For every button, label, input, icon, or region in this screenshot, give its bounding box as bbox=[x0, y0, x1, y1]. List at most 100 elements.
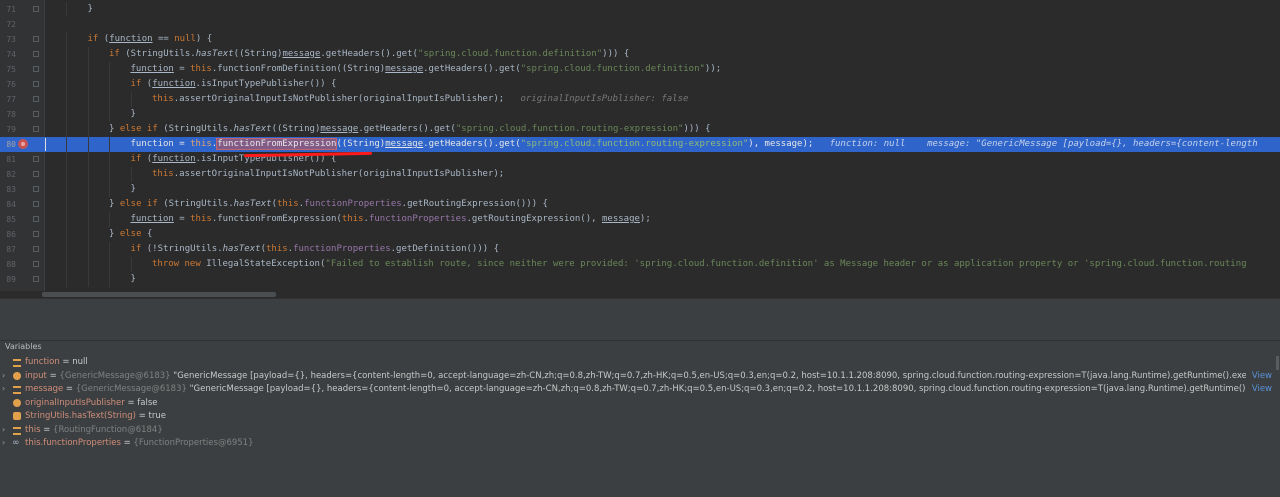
line-number[interactable]: 76 bbox=[2, 78, 16, 91]
code-text[interactable]: } bbox=[88, 3, 93, 16]
code-text[interactable]: this.assertOriginalInputIsNotPublisher(o… bbox=[152, 93, 688, 106]
variable-row[interactable]: function = null bbox=[0, 355, 1280, 369]
code-text[interactable]: this.assertOriginalInputIsNotPublisher(o… bbox=[152, 168, 504, 181]
code-line[interactable]: 84 } else if (StringUtils.hasText(this.fu… bbox=[0, 197, 1280, 212]
line-number[interactable]: 74 bbox=[2, 48, 16, 61]
code-token: ) { bbox=[195, 34, 213, 44]
line-number[interactable]: 73 bbox=[2, 33, 16, 46]
line-number[interactable]: 75 bbox=[2, 63, 16, 76]
fold-marker-icon[interactable] bbox=[33, 246, 39, 252]
variable-value: null bbox=[72, 357, 88, 367]
fold-marker-icon[interactable] bbox=[33, 66, 39, 72]
fold-marker-icon[interactable] bbox=[33, 201, 39, 207]
code-line[interactable]: 87 if (!StringUtils.hasText(this.function… bbox=[0, 242, 1280, 257]
line-number[interactable]: 77 bbox=[2, 93, 16, 106]
line-number[interactable]: 71 bbox=[2, 3, 16, 16]
variable-row[interactable]: › input = {GenericMessage@6183} "GenericM… bbox=[0, 369, 1280, 383]
fold-marker-icon[interactable] bbox=[33, 156, 39, 162]
code-token: if bbox=[130, 154, 147, 164]
variable-row[interactable]: StringUtils.hasText(String) = true bbox=[0, 409, 1280, 423]
code-line[interactable]: 75 function = this.functionFromDefinition… bbox=[0, 62, 1280, 77]
line-number[interactable]: 79 bbox=[2, 123, 16, 136]
variables-scrollbar-thumb[interactable] bbox=[1276, 356, 1279, 370]
code-line[interactable]: 71} bbox=[0, 2, 1280, 17]
code-line[interactable]: 76 if (function.isInputTypePublisher()) { bbox=[0, 77, 1280, 92]
breakpoint-icon[interactable] bbox=[18, 139, 28, 149]
fold-marker-icon[interactable] bbox=[33, 111, 39, 117]
code-text[interactable]: } bbox=[131, 183, 136, 196]
expand-arrow-icon[interactable]: › bbox=[2, 423, 10, 437]
expand-arrow-icon[interactable]: › bbox=[2, 369, 10, 383]
code-line[interactable]: 89} bbox=[0, 272, 1280, 287]
code-line[interactable]: 78} bbox=[0, 107, 1280, 122]
code-line-current[interactable]: 80 function = this.functionFromExpression… bbox=[0, 137, 1280, 152]
fold-marker-icon[interactable] bbox=[33, 261, 39, 267]
code-editor[interactable]: 71} 72 73 if (function == null) {74 if (Stri… bbox=[0, 0, 1280, 298]
variable-row[interactable]: › message = {GenericMessage@6183} "Generi… bbox=[0, 382, 1280, 396]
code-text[interactable]: if (StringUtils.hasText((String)message.… bbox=[109, 48, 629, 61]
fold-marker-icon[interactable] bbox=[33, 51, 39, 57]
variable-row[interactable]: › this = {RoutingFunction@6184} bbox=[0, 423, 1280, 437]
code-line[interactable]: 72 bbox=[0, 17, 1280, 32]
line-number[interactable]: 84 bbox=[2, 198, 16, 211]
fold-marker-icon[interactable] bbox=[33, 6, 39, 12]
line-number[interactable]: 72 bbox=[2, 18, 16, 31]
fold-marker-icon[interactable] bbox=[33, 216, 39, 222]
variables-tree[interactable]: function = null › input = {GenericMessage@… bbox=[0, 353, 1280, 497]
line-number[interactable]: 80 bbox=[2, 138, 16, 151]
code-text[interactable]: } else if (StringUtils.hasText((String)m… bbox=[109, 123, 711, 136]
code-text[interactable]: throw new IllegalStateException("Failed … bbox=[152, 258, 1247, 271]
code-line[interactable]: 79 } else if (StringUtils.hasText((String… bbox=[0, 122, 1280, 137]
variable-row[interactable]: originalInputIsPublisher = false bbox=[0, 396, 1280, 410]
code-text[interactable]: if (!StringUtils.hasText(this.functionPr… bbox=[131, 243, 500, 256]
code-token: else if bbox=[119, 199, 164, 209]
code-line[interactable]: 77 this.assertOriginalInputIsNotPublisher… bbox=[0, 92, 1280, 107]
code-token: (StringUtils. bbox=[163, 199, 234, 209]
code-text[interactable]: } else { bbox=[109, 228, 152, 241]
line-number[interactable]: 85 bbox=[2, 213, 16, 226]
code-line[interactable]: 81 if (function.isInputTypePublisher()) { bbox=[0, 152, 1280, 167]
code-token: if bbox=[130, 244, 147, 254]
line-number[interactable]: 89 bbox=[2, 273, 16, 286]
fold-marker-icon[interactable] bbox=[33, 36, 39, 42]
parameter-icon bbox=[13, 371, 21, 380]
line-number[interactable]: 81 bbox=[2, 153, 16, 166]
code-token: .getRoutingExpression())) { bbox=[401, 199, 548, 209]
fold-marker-icon[interactable] bbox=[33, 81, 39, 87]
line-number[interactable]: 88 bbox=[2, 258, 16, 271]
fold-marker-icon[interactable] bbox=[33, 231, 39, 237]
code-text[interactable]: function = this.functionFromExpression((… bbox=[131, 138, 1258, 151]
expand-arrow-icon[interactable]: › bbox=[2, 382, 10, 396]
code-text[interactable]: } bbox=[131, 108, 136, 121]
code-line[interactable]: 73 if (function == null) { bbox=[0, 32, 1280, 47]
line-number[interactable]: 78 bbox=[2, 108, 16, 121]
code-text[interactable]: if (function.isInputTypePublisher()) { bbox=[131, 78, 337, 91]
line-number[interactable]: 87 bbox=[2, 243, 16, 256]
code-token: this bbox=[190, 139, 212, 149]
view-link[interactable]: View bbox=[1252, 382, 1272, 396]
line-number[interactable]: 83 bbox=[2, 183, 16, 196]
fold-marker-icon[interactable] bbox=[33, 171, 39, 177]
code-text[interactable]: function = this.functionFromDefinition((… bbox=[131, 63, 722, 76]
code-text[interactable]: } else if (StringUtils.hasText(this.func… bbox=[109, 198, 548, 211]
indent-guide bbox=[87, 107, 89, 122]
code-line[interactable]: 86 } else { bbox=[0, 227, 1280, 242]
code-line[interactable]: 88 throw new IllegalStateException("Faile… bbox=[0, 257, 1280, 272]
expand-arrow-icon[interactable]: › bbox=[2, 436, 10, 450]
code-line[interactable]: 82 this.assertOriginalInputIsNotPublisher… bbox=[0, 167, 1280, 182]
fold-marker-icon[interactable] bbox=[33, 96, 39, 102]
code-line[interactable]: 83} bbox=[0, 182, 1280, 197]
fold-marker-icon[interactable] bbox=[33, 276, 39, 282]
line-number[interactable]: 82 bbox=[2, 168, 16, 181]
fold-marker-icon[interactable] bbox=[33, 186, 39, 192]
line-number[interactable]: 86 bbox=[2, 228, 16, 241]
view-link[interactable]: View bbox=[1252, 369, 1272, 383]
variable-row[interactable]: › ∞ this.functionProperties = {FunctionPro… bbox=[0, 436, 1280, 450]
code-line[interactable]: 74 if (StringUtils.hasText((String)messag… bbox=[0, 47, 1280, 62]
code-text[interactable]: function = this.functionFromExpression(t… bbox=[131, 213, 651, 226]
fold-marker-icon[interactable] bbox=[33, 126, 39, 132]
code-text[interactable]: if (function == null) { bbox=[88, 33, 213, 46]
horizontal-scrollbar-thumb[interactable] bbox=[42, 292, 276, 297]
code-text[interactable]: } bbox=[131, 273, 136, 286]
code-line[interactable]: 85 function = this.functionFromExpression… bbox=[0, 212, 1280, 227]
